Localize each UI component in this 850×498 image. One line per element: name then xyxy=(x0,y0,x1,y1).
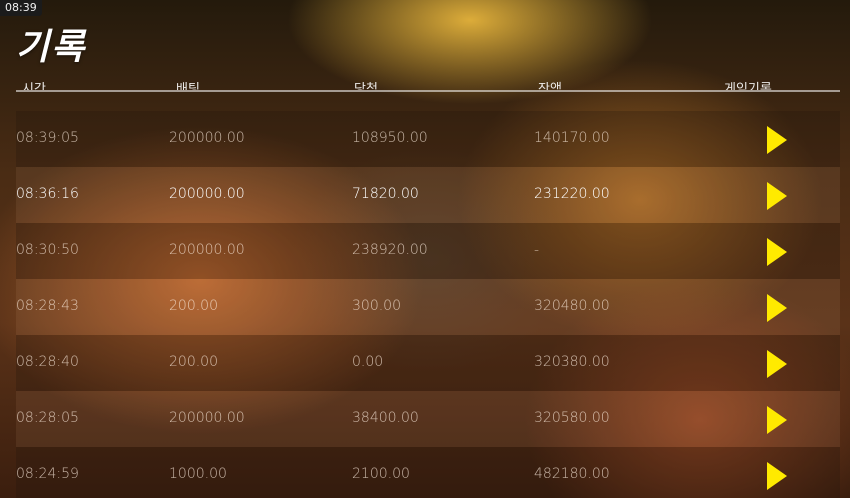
row-win: 300.00 xyxy=(352,298,401,314)
row-time: 08:30:50 xyxy=(16,242,79,258)
table-row: 08:24:59 1000.00 2100.00 482180.00 xyxy=(16,447,840,498)
play-icon xyxy=(767,126,787,154)
table-row: 08:39:05 200000.00 108950.00 140170.00 xyxy=(16,111,840,167)
replay-button[interactable] xyxy=(758,347,794,379)
row-balance: 320380.00 xyxy=(534,354,610,370)
table-row: 08:30:50 200000.00 238920.00 - xyxy=(16,223,840,279)
row-time: 08:36:16 xyxy=(16,186,79,202)
row-bet: 200.00 xyxy=(169,354,218,370)
row-time: 08:28:43 xyxy=(16,298,79,314)
column-header-time: 시간 xyxy=(22,82,46,92)
play-icon xyxy=(767,294,787,322)
row-win: 38400.00 xyxy=(352,410,419,426)
replay-button[interactable] xyxy=(758,403,794,435)
row-balance: - xyxy=(534,242,540,258)
column-header-win: 당첨 xyxy=(354,82,378,92)
row-bet: 200000.00 xyxy=(169,186,245,202)
replay-button[interactable] xyxy=(758,123,794,155)
row-win: 2100.00 xyxy=(352,466,410,482)
table-row: 08:28:40 200.00 0.00 320380.00 xyxy=(16,335,840,391)
row-balance: 320580.00 xyxy=(534,410,610,426)
page-title: 기록 xyxy=(16,27,87,68)
column-header-bet: 배팅 xyxy=(176,82,200,92)
row-time: 08:28:05 xyxy=(16,410,79,426)
row-bet: 1000.00 xyxy=(169,466,227,482)
row-time: 08:28:40 xyxy=(16,354,79,370)
column-header-balance: 잔액 xyxy=(538,82,562,92)
play-icon xyxy=(767,350,787,378)
row-bet: 200.00 xyxy=(169,298,218,314)
row-win: 108950.00 xyxy=(352,130,428,146)
replay-button[interactable] xyxy=(758,235,794,267)
row-win: 71820.00 xyxy=(352,186,419,202)
replay-button[interactable] xyxy=(758,291,794,323)
column-header-game-record: 게임기록 xyxy=(724,82,772,92)
row-balance: 140170.00 xyxy=(534,130,610,146)
play-icon xyxy=(767,182,787,210)
row-win: 0.00 xyxy=(352,354,384,370)
table-row: 08:28:43 200.00 300.00 320480.00 xyxy=(16,279,840,335)
play-icon xyxy=(767,238,787,266)
row-balance: 320480.00 xyxy=(534,298,610,314)
replay-button[interactable] xyxy=(758,179,794,211)
row-time: 08:39:05 xyxy=(16,130,79,146)
row-balance: 482180.00 xyxy=(534,466,610,482)
row-time: 08:24:59 xyxy=(16,466,79,482)
row-win: 238920.00 xyxy=(352,242,428,258)
status-clock: 08:39 xyxy=(0,0,42,16)
play-icon xyxy=(767,462,787,490)
replay-button[interactable] xyxy=(758,459,794,491)
row-balance: 231220.00 xyxy=(534,186,610,202)
row-bet: 200000.00 xyxy=(169,410,245,426)
table-row: 08:36:16 200000.00 71820.00 231220.00 xyxy=(16,167,840,223)
table-row: 08:28:05 200000.00 38400.00 320580.00 xyxy=(16,391,840,447)
play-icon xyxy=(767,406,787,434)
row-bet: 200000.00 xyxy=(169,242,245,258)
history-table: 08:39:05 200000.00 108950.00 140170.00 0… xyxy=(16,111,840,498)
table-header: 시간 배팅 당첨 잔액 게임기록 xyxy=(16,72,840,92)
row-bet: 200000.00 xyxy=(169,130,245,146)
